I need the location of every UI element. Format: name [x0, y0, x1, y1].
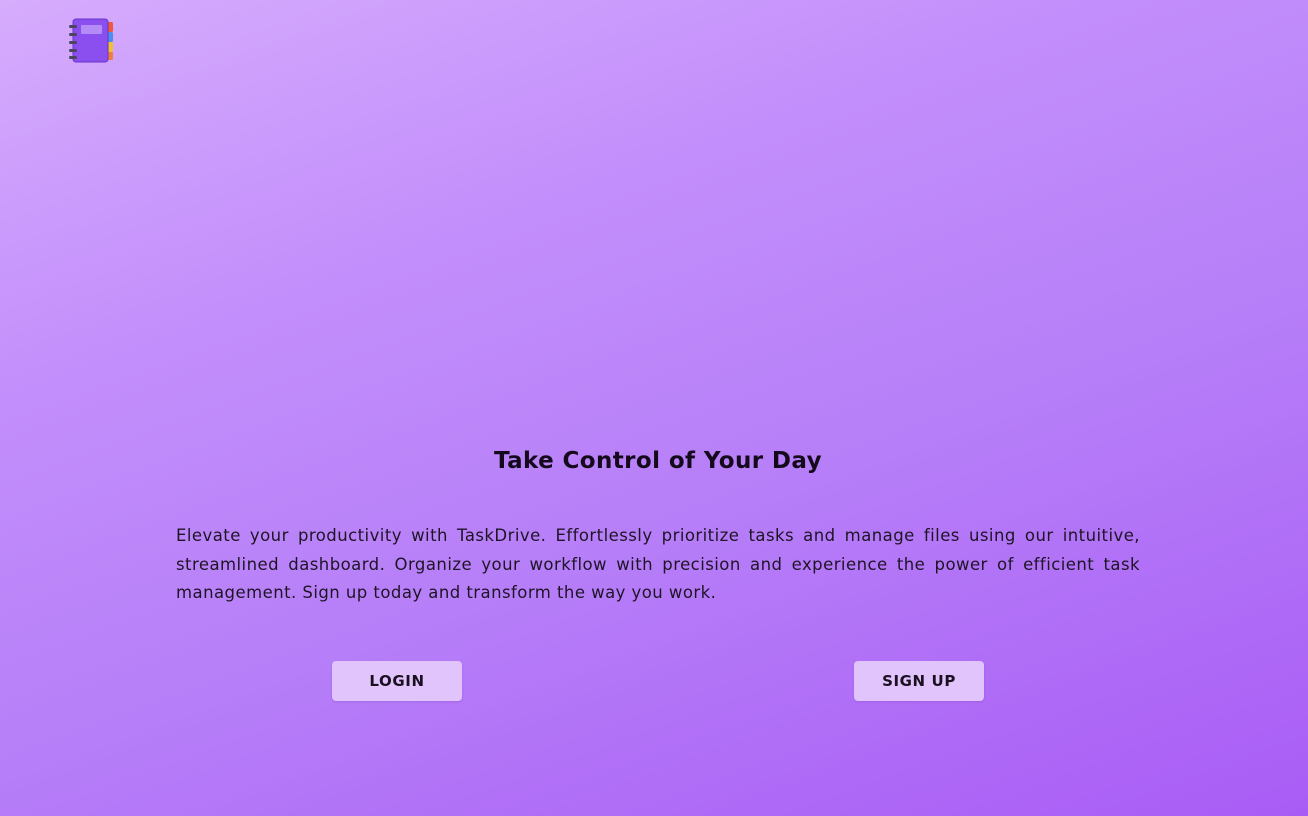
hero-section: Take Control of Your Day Elevate your pr…	[176, 448, 1140, 608]
page-title: Take Control of Your Day	[494, 448, 822, 474]
login-button[interactable]: LOGIN	[332, 661, 462, 701]
hero-description: Elevate your productivity with TaskDrive…	[176, 526, 1140, 602]
signup-button[interactable]: SIGN UP	[854, 661, 984, 701]
notebook-icon	[68, 18, 116, 64]
